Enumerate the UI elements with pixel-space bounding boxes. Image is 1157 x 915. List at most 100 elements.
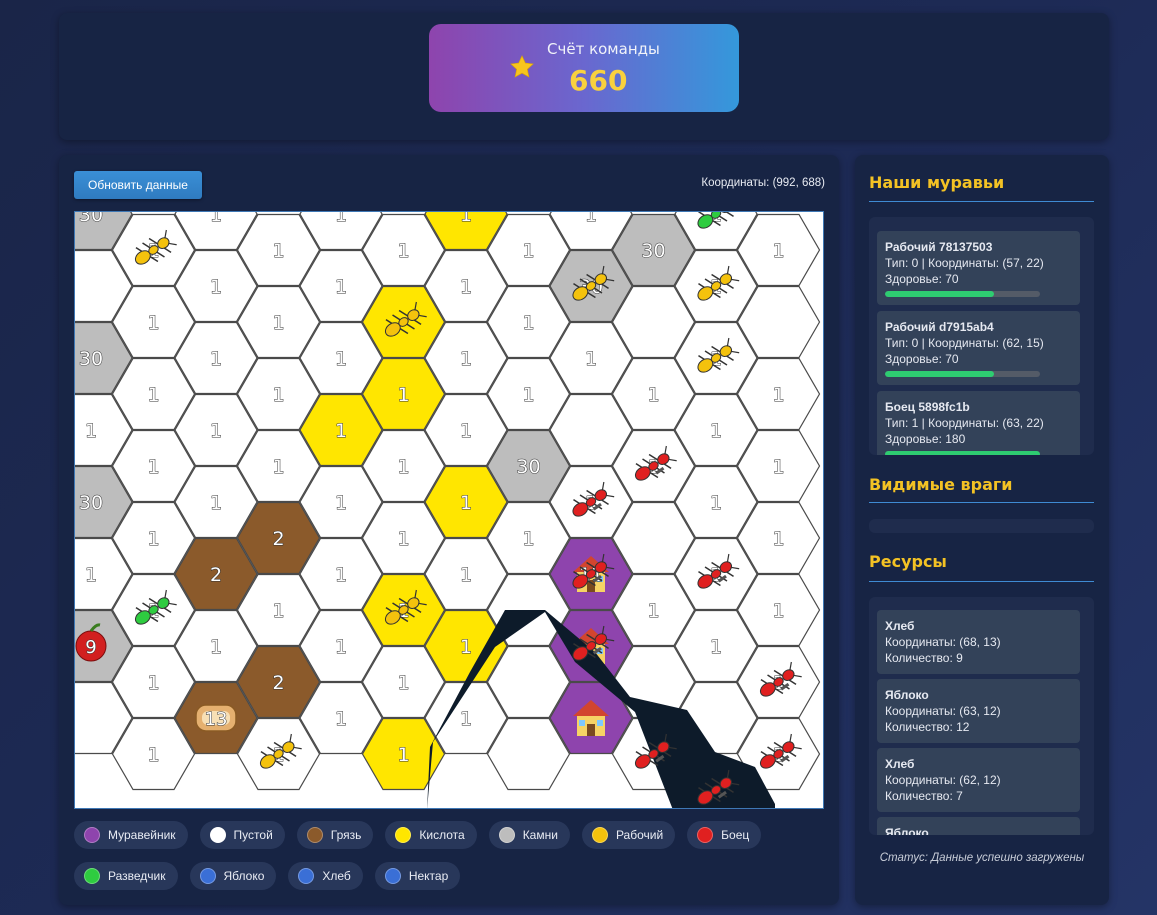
- ant-card-info: Тип: 1 | Координаты: (63, 22): [885, 416, 1044, 430]
- ant-card[interactable]: Рабочий d7915ab4 Тип: 0 | Координаты: (62…: [877, 311, 1080, 385]
- legend-item-apple: Яблоко: [189, 862, 277, 890]
- hex-value-label: 1: [335, 636, 347, 658]
- legend-label: Хлеб: [322, 869, 351, 883]
- empty-icon: [209, 827, 226, 843]
- legend-label: Разведчик: [108, 869, 166, 883]
- enemies-list: [869, 519, 1094, 533]
- hex-value-label: 30: [79, 492, 103, 514]
- legend-label: Пустой: [233, 828, 273, 842]
- hex-value-label: 1: [335, 708, 347, 730]
- hex-value-label: 1: [210, 276, 222, 298]
- hex-value-label: 1: [460, 492, 472, 514]
- hex-value-label: 1: [397, 240, 409, 262]
- ant-card-info: Тип: 0 | Координаты: (62, 15): [885, 336, 1044, 350]
- bread-resource-icon[interactable]: 13: [195, 704, 237, 732]
- hex-value-label: 1: [335, 212, 347, 226]
- hex-value-label: 1: [647, 600, 659, 622]
- hex-value-label: 30: [79, 348, 103, 370]
- map-panel: Обновить данные Координаты: (992, 688) 3…: [59, 155, 839, 905]
- legend-label: Грязь: [330, 828, 362, 842]
- score-label: Счёт команды: [547, 40, 660, 58]
- worker-icon: [591, 827, 608, 843]
- hex-map-canvas[interactable]: 30 1 1 1 1 1 1 1 1 30 1 1 1 1 1 1 1 1 30 1 30 1 1 1 1 1 1 1 1 1 1 1 1 1 1 1…: [75, 212, 824, 809]
- resource-card[interactable]: Яблоко Координаты: (63, 12) Количество: 12: [877, 679, 1080, 743]
- legend-item-acid: Кислота: [385, 821, 477, 849]
- sidebar-panel: Наши муравьи Рабочий 78137503 Тип: 0 | Ко…: [855, 155, 1109, 905]
- legend-item-anthill: Муравейник: [74, 821, 188, 849]
- ants-list[interactable]: Рабочий 78137503 Тип: 0 | Координаты: (57…: [869, 217, 1094, 455]
- resource-card[interactable]: Яблоко: [877, 817, 1080, 835]
- hex-value-label: 1: [272, 384, 284, 406]
- ant-card[interactable]: Боец 5898fc1b Тип: 1 | Координаты: (63, 2…: [877, 391, 1080, 455]
- divider: [869, 502, 1094, 503]
- hex-value-label: 1: [335, 492, 347, 514]
- ant-card-title: Рабочий d7915ab4: [885, 320, 994, 334]
- ant-card[interactable]: Рабочий 78137503 Тип: 0 | Координаты: (57…: [877, 231, 1080, 305]
- hex-value-label: 1: [460, 708, 472, 730]
- ant-card-health: Здоровье: 70: [885, 272, 959, 286]
- legend-label: Рабочий: [615, 828, 664, 842]
- resources-list[interactable]: Хлеб Координаты: (68, 13) Количество: 9 Ябл…: [869, 597, 1094, 835]
- hex-value-label: 1: [272, 312, 284, 334]
- hex-value-label: 1: [772, 600, 784, 622]
- hex-value-label: 1: [147, 528, 159, 550]
- health-bar: [885, 371, 1040, 377]
- resource-amount-label: 13: [205, 709, 228, 730]
- hex-value-label: 1: [460, 348, 472, 370]
- legend-item-stones: Камни: [488, 821, 570, 849]
- resource-card-title: Яблоко: [885, 826, 929, 835]
- hex-value-label: 1: [772, 240, 784, 262]
- hex-value-label: 1: [710, 420, 722, 442]
- hex-value-label: 1: [272, 240, 284, 262]
- refresh-button[interactable]: Обновить данные: [74, 171, 202, 199]
- health-bar-fill: [885, 371, 994, 377]
- hex-value-label: 1: [272, 456, 284, 478]
- ants-section-title: Наши муравьи: [869, 173, 1005, 192]
- hex-value-label: 1: [460, 212, 472, 226]
- resource-card-coords: Координаты: (62, 12): [885, 773, 1001, 787]
- legend-row: Муравейник Пустой Грязь Кислота Камни Рабочий…: [74, 821, 762, 849]
- legend-item-bread: Хлеб: [288, 862, 363, 890]
- hex-value-label: 1: [710, 636, 722, 658]
- hex-value-label: 1: [335, 420, 347, 442]
- hex-value-label: 1: [210, 492, 222, 514]
- legend-item-worker: Рабочий: [581, 821, 676, 849]
- hex-value-label: 1: [460, 564, 472, 586]
- hex-value-label: 1: [522, 384, 534, 406]
- divider: [869, 201, 1094, 202]
- hex-value-label: 1: [647, 384, 659, 406]
- hex-value-label: 1: [585, 212, 597, 226]
- resource-card[interactable]: Хлеб Координаты: (62, 12) Количество: 7: [877, 748, 1080, 812]
- hex-value-label: 1: [460, 420, 472, 442]
- hex-value-label: 30: [516, 456, 540, 478]
- enemies-section-title: Видимые враги: [869, 475, 1013, 494]
- legend-label: Муравейник: [108, 828, 176, 842]
- resource-card-coords: Координаты: (63, 12): [885, 704, 1001, 718]
- hex-value-label: 2: [272, 672, 284, 694]
- hex-value-label: 1: [772, 456, 784, 478]
- hex-value-label: 30: [79, 212, 103, 226]
- hex-value-label: 1: [335, 276, 347, 298]
- legend-item-dirt: Грязь: [296, 821, 374, 849]
- resource-card[interactable]: Хлеб Координаты: (68, 13) Количество: 9: [877, 610, 1080, 674]
- apple-icon: [199, 868, 216, 884]
- resource-card-amount: Количество: 7: [885, 789, 963, 803]
- ant-card-title: Рабочий 78137503: [885, 240, 993, 254]
- hex-value-label: 1: [397, 528, 409, 550]
- hex-value-label: 1: [585, 348, 597, 370]
- hex-map[interactable]: 30 1 1 1 1 1 1 1 1 30 1 1 1 1 1 1 1 1 30 1 30 1 1 1 1 1 1 1 1 1 1 1 1 1 1 1…: [74, 211, 824, 809]
- hex-value-label: 30: [641, 240, 665, 262]
- hex-value-label: 1: [210, 636, 222, 658]
- hex-value-label: 1: [397, 744, 409, 766]
- legend-item-fighter: Боец: [687, 821, 762, 849]
- ant-card-health: Здоровье: 180: [885, 432, 966, 446]
- hex-value-label: 2: [272, 528, 284, 550]
- nectar-icon: [384, 868, 401, 884]
- hex-value-label: 1: [335, 564, 347, 586]
- health-bar: [885, 451, 1040, 455]
- health-bar-fill: [885, 291, 994, 297]
- hex-value-label: 1: [397, 456, 409, 478]
- header-panel: Счёт команды 660: [59, 13, 1109, 140]
- resource-card-coords: Координаты: (68, 13): [885, 635, 1001, 649]
- hex-value-label: 1: [147, 384, 159, 406]
